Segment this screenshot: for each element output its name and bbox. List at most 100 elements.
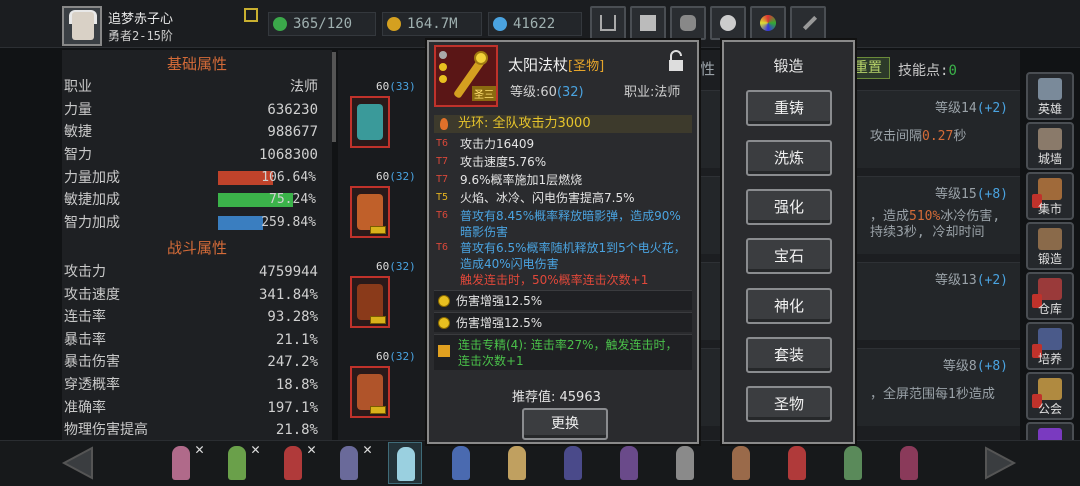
relic-button[interactable]: 圣物 bbox=[746, 386, 832, 422]
hero-portrait[interactable]: ✕ bbox=[164, 440, 204, 484]
boots-icon bbox=[357, 374, 383, 410]
hero-portrait[interactable] bbox=[668, 442, 702, 484]
gamepad-icon bbox=[680, 15, 696, 31]
gem-button[interactable]: 宝石 bbox=[746, 238, 832, 274]
nav-guild[interactable]: 公会 bbox=[1026, 372, 1074, 420]
close-icon[interactable]: ✕ bbox=[195, 440, 204, 458]
hero-portrait[interactable] bbox=[612, 442, 646, 484]
bonus-bar: 259.84% bbox=[218, 215, 318, 230]
helmet-icon bbox=[1038, 78, 1062, 100]
nav-forge[interactable]: 锻造 bbox=[1026, 222, 1074, 270]
nav-warehouse[interactable]: 仓库 bbox=[1026, 272, 1074, 320]
close-icon[interactable]: ✕ bbox=[251, 440, 260, 458]
hero-portrait[interactable]: ✕ bbox=[332, 440, 372, 484]
combat-stats-title: 战斗属性 bbox=[166, 239, 227, 257]
hero-sprite bbox=[228, 446, 246, 480]
nav-hero[interactable]: 英雄 bbox=[1026, 72, 1074, 120]
hero-sprite bbox=[676, 446, 694, 480]
gem-icon bbox=[438, 317, 450, 329]
nav-wall[interactable]: 城墙 bbox=[1026, 122, 1074, 170]
stat-row: 力量 636230 bbox=[64, 102, 318, 118]
item-icon: 圣三 bbox=[434, 45, 498, 107]
hero-sprite bbox=[452, 446, 470, 480]
hero-sprite bbox=[788, 446, 806, 480]
stats-panel: 基础属性 职业 法师 力量 636230 敏捷 988677 智力 1068300 力量… bbox=[62, 50, 332, 486]
item-attribute: T6 普攻有8.45%概率释放暗影弹，造成90%暗影伤害 bbox=[436, 209, 681, 239]
stat-row: 智力 1068300 bbox=[64, 147, 318, 163]
anvil-icon bbox=[1038, 228, 1062, 250]
gem-icon bbox=[493, 17, 507, 31]
hero-sprite bbox=[620, 446, 638, 480]
stat-row: 连击率 93.28% bbox=[64, 309, 318, 325]
gear-icon bbox=[720, 15, 736, 31]
deify-button[interactable]: 神化 bbox=[746, 288, 832, 324]
hero-portrait[interactable]: ✕ bbox=[276, 440, 316, 484]
settings-button[interactable] bbox=[710, 6, 746, 40]
set-button[interactable]: 套装 bbox=[746, 337, 832, 373]
edit-name-icon[interactable] bbox=[244, 8, 258, 22]
item-attribute: T7 攻击速度5.76% bbox=[436, 155, 547, 169]
equipment-slot[interactable]: 60(32) bbox=[350, 260, 416, 328]
gem-icon bbox=[438, 295, 450, 307]
gold-counter[interactable]: 164.7M bbox=[382, 12, 482, 36]
close-icon[interactable]: ✕ bbox=[307, 440, 316, 458]
necklace-icon bbox=[357, 104, 383, 140]
armor-icon bbox=[357, 194, 383, 230]
refine-button[interactable]: 洗炼 bbox=[746, 140, 832, 176]
gamepad-button[interactable] bbox=[670, 6, 706, 40]
hero-portrait[interactable] bbox=[836, 442, 870, 484]
hero-portrait[interactable]: ✕ bbox=[220, 440, 260, 484]
replace-button[interactable]: 更换 bbox=[522, 408, 608, 440]
stat-row: 敏捷 988677 bbox=[64, 124, 318, 140]
shop-button[interactable] bbox=[590, 6, 626, 40]
hero-portrait[interactable] bbox=[892, 442, 926, 484]
bonus-row: 力量加成 106.64% bbox=[64, 170, 316, 186]
hero-portrait[interactable] bbox=[556, 442, 590, 484]
battle-button[interactable] bbox=[790, 6, 826, 40]
tab-attributes[interactable]: 性 bbox=[700, 58, 715, 79]
unlock-icon[interactable] bbox=[668, 50, 684, 72]
gem-counter[interactable]: 41622 bbox=[488, 12, 582, 36]
gem-slot: 伤害增强12.5% bbox=[434, 290, 692, 310]
player-rank: 勇者2-15阶 bbox=[108, 29, 173, 43]
stat-row: 暴击率 21.1% bbox=[64, 332, 318, 348]
hero-portrait[interactable] bbox=[444, 442, 478, 484]
bonus-bar: 75.24% bbox=[218, 192, 318, 207]
equipment-slot[interactable]: 60(33) bbox=[350, 80, 416, 148]
mail-button[interactable] bbox=[630, 6, 666, 40]
bonus-row: 智力加成 259.84% bbox=[64, 215, 318, 231]
item-attribute: 触发连击时，50%概率连击次数+1 bbox=[460, 273, 649, 287]
hero-portrait[interactable] bbox=[388, 442, 422, 484]
arrow-right-icon[interactable] bbox=[984, 444, 1020, 482]
gem-slot: 伤害增强12.5% bbox=[434, 312, 692, 332]
flame-icon bbox=[440, 118, 448, 130]
item-name: 太阳法杖[圣物] bbox=[508, 56, 605, 74]
nav-train[interactable]: 培养 bbox=[1026, 322, 1074, 370]
arrow-left-icon[interactable] bbox=[58, 444, 94, 482]
hero-portrait[interactable] bbox=[780, 442, 814, 484]
stat-row: 暴击伤害 247.2% bbox=[64, 354, 318, 370]
basic-stats-title: 基础属性 bbox=[166, 55, 227, 73]
player-avatar[interactable] bbox=[62, 6, 102, 46]
color-button[interactable] bbox=[750, 6, 786, 40]
item-aura: 光环: 全队攻击力3000 bbox=[434, 115, 692, 133]
stat-row: 物理伤害提高 21.8% bbox=[64, 422, 318, 437]
equipment-slot[interactable]: 60(32) bbox=[350, 350, 416, 418]
stats-scrollbar[interactable] bbox=[332, 52, 336, 142]
hero-portrait[interactable] bbox=[724, 442, 758, 484]
hero-sprite bbox=[397, 447, 415, 481]
hero-sprite bbox=[844, 446, 862, 480]
bonus-row: 敏捷加成 75.24% bbox=[64, 192, 318, 208]
equipment-slot[interactable]: 60(32) bbox=[350, 170, 416, 238]
stat-row: 攻击力 4759944 bbox=[64, 264, 318, 280]
mail-icon bbox=[640, 15, 656, 31]
book-icon bbox=[438, 345, 450, 357]
close-icon[interactable]: ✕ bbox=[363, 440, 372, 458]
enhance-button[interactable]: 强化 bbox=[746, 189, 832, 225]
stamina-counter[interactable]: 365/120 bbox=[268, 12, 376, 36]
hero-portrait[interactable] bbox=[500, 442, 534, 484]
nav-market[interactable]: 集市 bbox=[1026, 172, 1074, 220]
hero-sprite bbox=[172, 446, 190, 480]
shop-cart-icon bbox=[600, 15, 616, 31]
recast-button[interactable]: 重铸 bbox=[746, 90, 832, 126]
